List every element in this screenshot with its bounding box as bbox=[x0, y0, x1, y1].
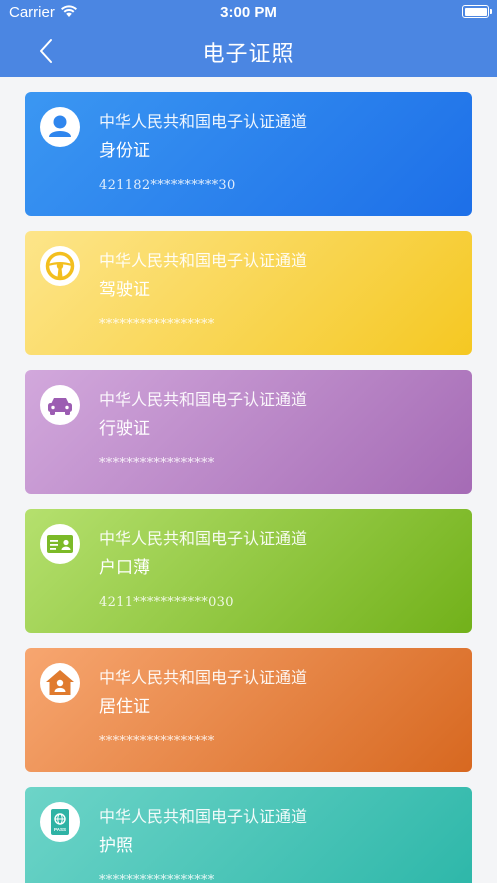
card-driving-license[interactable]: 中华人民共和国电子认证通道 驾驶证 ***************** bbox=[25, 231, 472, 355]
card-household-register[interactable]: 中华人民共和国电子认证通道 户口薄 4211***********030 bbox=[25, 509, 472, 633]
card-channel-label: 中华人民共和国电子认证通道 bbox=[99, 668, 308, 687]
house-person-icon bbox=[40, 663, 80, 703]
card-channel-label: 中华人民共和国电子认证通道 bbox=[99, 251, 308, 270]
person-icon bbox=[40, 107, 80, 147]
card-title: 驾驶证 bbox=[99, 280, 150, 300]
card-number: 421182**********30 bbox=[99, 178, 236, 193]
battery-icon bbox=[462, 5, 492, 18]
passport-icon: PASS bbox=[40, 802, 80, 842]
navigation-header: Carrier 3:00 PM 电子证照 bbox=[0, 0, 497, 77]
page-title: 电子证照 bbox=[202, 42, 295, 67]
card-channel-label: 中华人民共和国电子认证通道 bbox=[99, 390, 308, 409]
card-title: 户口薄 bbox=[99, 558, 150, 578]
card-number: ***************** bbox=[99, 734, 215, 749]
card-title: 护照 bbox=[99, 836, 133, 856]
car-icon bbox=[40, 385, 80, 425]
card-residence-permit[interactable]: 中华人民共和国电子认证通道 居住证 ***************** bbox=[25, 648, 472, 772]
status-time: 3:00 PM bbox=[220, 4, 277, 21]
card-channel-label: 中华人民共和国电子认证通道 bbox=[99, 807, 308, 826]
card-vehicle-license[interactable]: 中华人民共和国电子认证通道 行驶证 ***************** bbox=[25, 370, 472, 494]
card-channel-label: 中华人民共和国电子认证通道 bbox=[99, 112, 308, 131]
card-number: 4211***********030 bbox=[99, 595, 234, 610]
card-number: ***************** bbox=[99, 456, 215, 471]
card-channel-label: 中华人民共和国电子认证通道 bbox=[99, 529, 308, 548]
card-title: 居住证 bbox=[99, 697, 150, 717]
card-id-card[interactable]: 中华人民共和国电子认证通道 身份证 421182**********30 bbox=[25, 92, 472, 216]
card-number: ***************** bbox=[99, 873, 215, 883]
status-bar: Carrier 3:00 PM bbox=[0, 0, 497, 26]
steering-wheel-icon bbox=[40, 246, 80, 286]
card-title: 行驶证 bbox=[99, 419, 150, 439]
card-number: ***************** bbox=[99, 317, 215, 332]
passport-icon-text: PASS bbox=[54, 827, 66, 832]
card-title: 身份证 bbox=[99, 141, 150, 161]
card-passport[interactable]: PASS 中华人民共和国电子认证通道 护照 ***************** bbox=[25, 787, 472, 883]
id-card-icon bbox=[40, 524, 80, 564]
